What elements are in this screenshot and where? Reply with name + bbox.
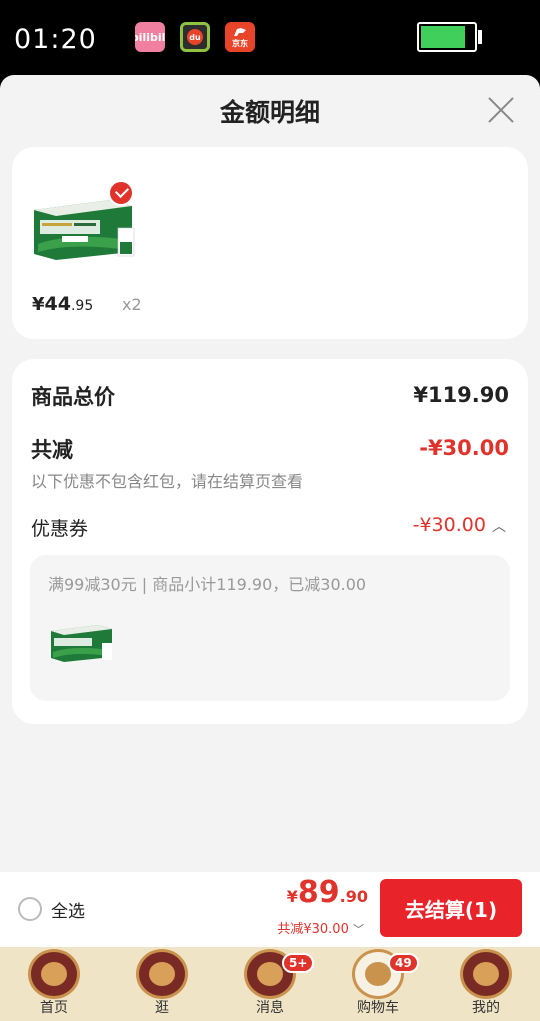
nav-label-cart: 购物车 [357,1000,399,1016]
sheet-title: 金额明细 [219,98,320,127]
total-integer: 89 [297,875,340,910]
coupon-detail-box: 满99减30元 | 商品小计119.90，已减30.00 [30,555,510,701]
checkout-bar: 全选 ¥89.90 共减¥30.00 ﹀ 去结算(1) [0,872,540,947]
coupon-description: 满99减30元 | 商品小计119.90，已减30.00 [48,575,367,594]
product-price: ¥44.95 [32,293,93,315]
close-icon[interactable] [486,95,516,125]
total-price-label: 商品总价 [31,385,115,409]
select-all-radio[interactable] [18,897,42,921]
product-card: ¥44.95 x2 [12,147,528,339]
amount-detail-sheet: 金额明细 ¥44.95 x2 商品总价 ¥119.90 共减 -¥30.00 以… [0,75,540,1021]
bilibili-icon: bilibili [135,22,165,52]
profile-icon [460,949,512,999]
nav-label-messages: 消息 [256,1000,284,1016]
battery-tip [478,30,482,44]
reduction-value: -¥30.00 [419,436,509,460]
jd-app-label: 京东 [232,38,248,48]
bottom-nav: 首页 逛 5+ 消息 49 购物车 我的 [0,947,540,1021]
coupon-product-image [51,625,112,662]
browse-icon [136,949,188,999]
product-price-integer: 44 [44,293,71,315]
total-symbol: ¥ [286,887,298,906]
coupon-toggle[interactable]: -¥30.00 ︿ [413,514,506,536]
select-all-label[interactable]: 全选 [51,897,85,922]
product-selected-checkbox[interactable] [108,180,134,206]
nav-label-browse: 逛 [155,1000,169,1016]
product-quantity: x2 [122,295,142,314]
battery-level [421,26,466,48]
coupon-label: 优惠券 [31,518,89,540]
jd-app-icon: 京东 [225,22,255,52]
nav-label-home: 首页 [40,1000,68,1016]
battery-icon [417,22,477,52]
home-icon [28,949,80,999]
nav-item-browse[interactable]: 逛 [108,947,216,1021]
messages-badge: 5+ [282,953,315,973]
discount-note: 以下优惠不包含红包，请在结算页查看 [31,472,304,491]
jd-dog-icon [234,27,246,36]
total-decimal: .90 [339,887,368,906]
product-price-decimal: .95 [70,298,94,314]
nav-item-messages[interactable]: 5+ 消息 [216,947,324,1021]
chevron-down-icon: ﹀ [353,923,364,936]
status-time: 01:20 [14,24,97,55]
coupon-value: -¥30.00 [412,514,486,536]
reduced-amount-toggle[interactable]: 共减¥30.00 ﹀ [277,918,364,937]
nav-label-mine: 我的 [472,1000,500,1016]
chevron-up-icon: ︿ [492,519,506,535]
reduction-label: 共减 [31,438,73,462]
nav-item-cart[interactable]: 49 购物车 [324,947,432,1021]
sheet-header: 金额明细 [0,75,540,145]
product-price-symbol: ¥ [32,294,45,315]
total-price-value: ¥119.90 [413,383,509,407]
price-summary-card: 商品总价 ¥119.90 共减 -¥30.00 以下优惠不包含红包，请在结算页查… [12,359,528,724]
checkout-button[interactable]: 去结算(1) [380,879,522,937]
nav-item-home[interactable]: 首页 [0,947,108,1021]
reduced-amount: 共减¥30.00 [277,922,349,937]
du-app-icon: du [180,22,210,52]
nav-item-mine[interactable]: 我的 [432,947,540,1021]
cart-badge: 49 [388,953,419,973]
du-app-label: du [187,29,203,45]
status-bar: 01:20 bilibili du 京东 [0,0,540,75]
checkout-total: ¥89.90 [287,875,368,910]
